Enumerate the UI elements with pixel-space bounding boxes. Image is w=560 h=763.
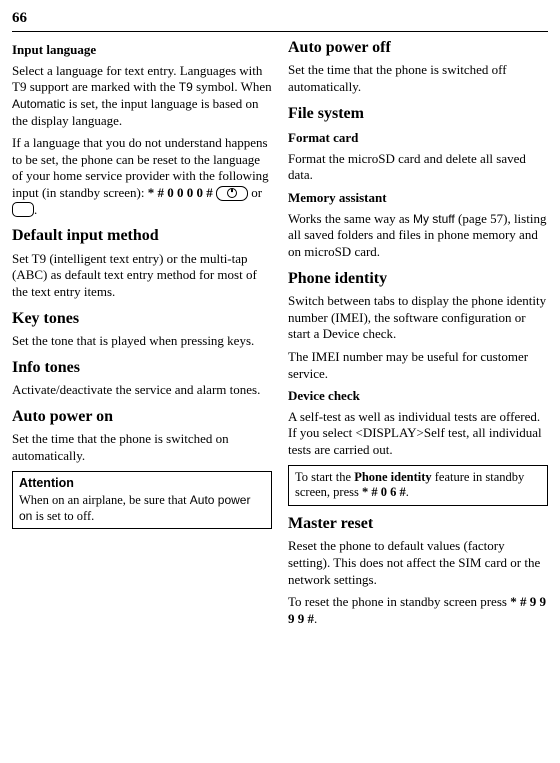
body-text: The IMEI number may be useful for custom… (288, 349, 548, 382)
text: . (34, 202, 37, 217)
key-icon (12, 202, 34, 217)
page-number: 66 (12, 10, 548, 29)
heading-input-language: Input language (12, 42, 272, 59)
body-text: Set the tone that is played when pressin… (12, 333, 272, 350)
body-text: Switch between tabs to display the phone… (288, 293, 548, 343)
heading-master-reset: Master reset (288, 514, 548, 534)
body-text: Works the same way as My stuff (page 57)… (288, 211, 548, 261)
heading-phone-identity: Phone identity (288, 269, 548, 289)
heading-memory-assistant: Memory assistant (288, 190, 548, 207)
heading-file-system: File system (288, 104, 548, 124)
automatic-label: Automatic (12, 97, 65, 111)
my-stuff-label: My stuff (413, 212, 455, 226)
key-sequence: * # 0 0 0 0 # (148, 185, 213, 200)
attention-box: Attention When on an airplane, be sure t… (12, 471, 272, 530)
t9-symbol: T9 (179, 80, 193, 94)
heading-auto-power-on: Auto power on (12, 407, 272, 427)
columns: Input language Select a language for tex… (12, 38, 548, 634)
text: . (314, 611, 317, 626)
page: 66 Input language Select a language for … (0, 0, 560, 763)
text: symbol. When (193, 79, 272, 94)
body-text: Set the time that the phone is switched … (288, 62, 548, 95)
text: Works the same way as (288, 211, 413, 226)
body-text: Activate/deactivate the service and alar… (12, 382, 272, 399)
heading-info-tones: Info tones (12, 358, 272, 378)
right-column: Auto power off Set the time that the pho… (288, 38, 548, 634)
text: is set to off. (32, 509, 94, 523)
attention-body: When on an airplane, be sure that Auto p… (19, 493, 265, 524)
body-text: Set T9 (intelligent text entry) or the m… (12, 251, 272, 301)
body-text: If a language that you do not understand… (12, 135, 272, 218)
top-rule (12, 31, 548, 32)
text: . (406, 485, 409, 499)
softkey-icon (216, 186, 248, 201)
heading-key-tones: Key tones (12, 309, 272, 329)
text: When on an airplane, be sure that (19, 493, 190, 507)
heading-device-check: Device check (288, 388, 548, 405)
heading-default-input: Default input method (12, 226, 272, 246)
body-text: Set the time that the phone is switched … (12, 431, 272, 464)
left-column: Input language Select a language for tex… (12, 38, 272, 634)
body-text: Select a language for text entry. Langua… (12, 63, 272, 130)
text: To start the (295, 470, 354, 484)
body-text: A self-test as well as individual tests … (288, 409, 548, 459)
heading-format-card: Format card (288, 130, 548, 147)
text: To reset the phone in standby screen pre… (288, 594, 510, 609)
body-text: Reset the phone to default values (facto… (288, 538, 548, 588)
text: or (251, 185, 262, 200)
body-text: To reset the phone in standby screen pre… (288, 594, 548, 627)
attention-title: Attention (19, 476, 265, 492)
phone-identity-box: To start the Phone identity feature in s… (288, 465, 548, 506)
phone-identity-bold: Phone identity (354, 470, 431, 484)
body-text: Format the microSD card and delete all s… (288, 151, 548, 184)
key-sequence: * # 0 6 # (362, 485, 406, 499)
heading-auto-power-off: Auto power off (288, 38, 548, 58)
